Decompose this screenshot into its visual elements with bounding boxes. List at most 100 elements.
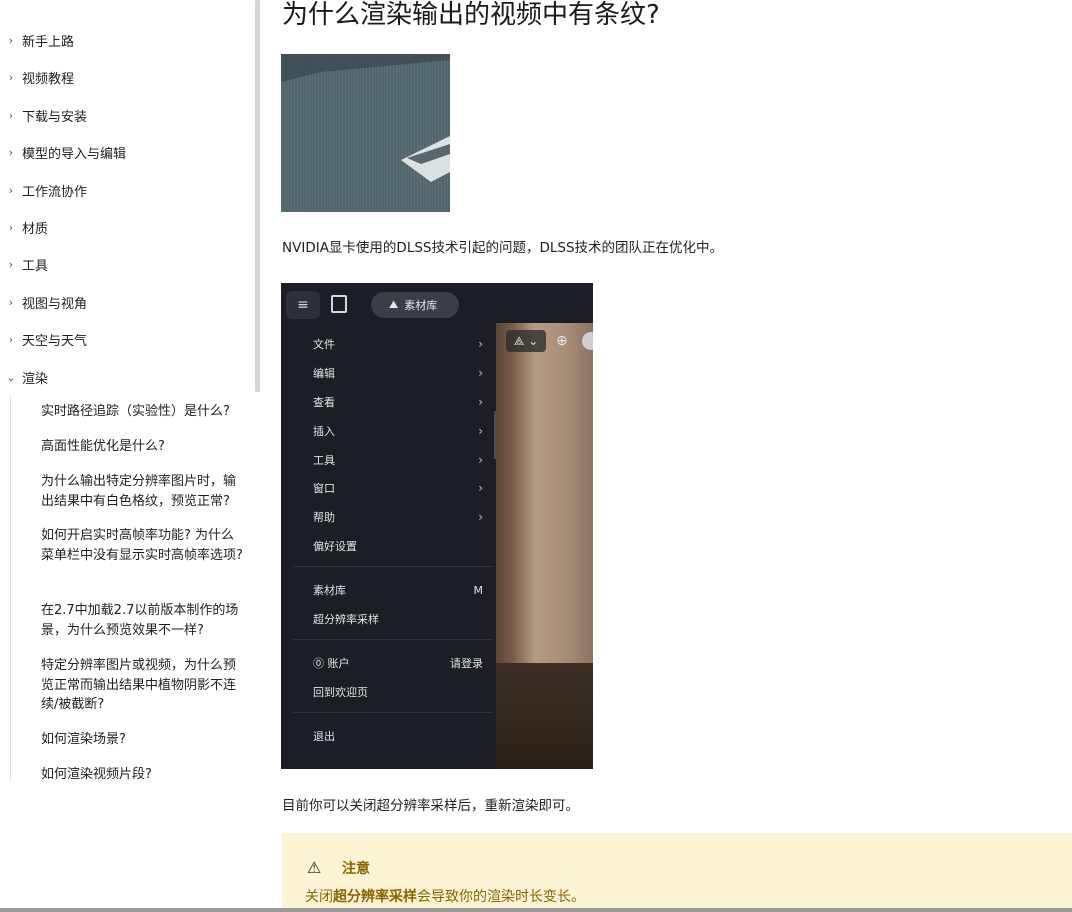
menu-shortcut: 请登录 bbox=[450, 657, 483, 670]
sidebar-item-render[interactable]: ⌄ 渲染 bbox=[0, 367, 48, 387]
callout-text-pre: 关闭 bbox=[305, 889, 333, 905]
menu-divider bbox=[293, 639, 493, 640]
sidebar: › 新手上路 › 视频教程 › 下载与安装 › 模型的导入与编辑 › 工作流协作… bbox=[0, 0, 255, 912]
menu-item-tools: 工具 › bbox=[313, 451, 483, 469]
chevron-right-icon: › bbox=[8, 108, 14, 122]
sidebar-item-workflow[interactable]: › 工作流协作 bbox=[0, 180, 87, 200]
chevron-right-icon: › bbox=[478, 453, 483, 467]
menu-item-label: 素材库 bbox=[313, 584, 346, 597]
menu-item-label: 帮助 bbox=[313, 511, 335, 524]
sidebar-item-tools[interactable]: › 工具 bbox=[0, 254, 48, 274]
menu-item-label: 窗口 bbox=[313, 482, 335, 495]
sidebar-item-download-install[interactable]: › 下载与安装 bbox=[0, 105, 87, 125]
sub-item-render-scene[interactable]: 如何渲染场景? bbox=[41, 730, 246, 750]
hamburger-menu-icon: ≡ bbox=[286, 291, 320, 319]
sidebar-item-label: 天空与天气 bbox=[22, 333, 88, 349]
sidebar-item-label: 下载与安装 bbox=[22, 109, 88, 125]
menu-item-file: 文件 › bbox=[313, 335, 483, 353]
library-button-label: 素材库 bbox=[404, 299, 438, 312]
sidebar-item-label: 渲染 bbox=[22, 371, 49, 387]
menu-item-super-resolution: 超分辨率采样 bbox=[313, 610, 483, 628]
sidebar-item-label: 工作流协作 bbox=[22, 184, 88, 200]
chevron-right-icon: › bbox=[8, 332, 14, 346]
sub-item-high-fps[interactable]: 如何开启实时高帧率功能? 为什么菜单栏中没有显示实时高帧率选项? bbox=[41, 526, 246, 565]
chevron-right-icon: › bbox=[8, 33, 14, 47]
menu-item-library: 素材库 M bbox=[313, 581, 483, 599]
menu-divider bbox=[293, 566, 493, 567]
menu-item-label: ⓪ 账户 bbox=[313, 657, 350, 670]
menu-item-window: 窗口 › bbox=[313, 479, 483, 497]
menu-item-label: 超分辨率采样 bbox=[313, 613, 379, 626]
sidebar-scrollbar[interactable] bbox=[255, 0, 260, 392]
sub-item-high-poly[interactable]: 高面性能优化是什么? bbox=[41, 437, 246, 457]
menu-item-label: 编辑 bbox=[313, 367, 335, 380]
chevron-right-icon: › bbox=[478, 481, 483, 495]
callout-text-post: 会导致你的渲染时长变长。 bbox=[417, 889, 585, 905]
avatar-icon bbox=[582, 332, 593, 350]
menu-item-edit: 编辑 › bbox=[313, 364, 483, 382]
sub-item-shadow[interactable]: 特定分辨率图片或视频，为什么预览正常而输出结果中植物阴影不连续/被截断? bbox=[41, 656, 246, 715]
menu-item-label: 回到欢迎页 bbox=[313, 686, 368, 699]
render-sub-list: 实时路径追踪（实验性）是什么? 高面性能优化是什么? 为什么输出特定分辨率图片时… bbox=[10, 395, 250, 782]
menu-item-preferences: 偏好设置 bbox=[313, 537, 483, 555]
page-title: 为什么渲染输出的视频中有条纹? bbox=[282, 0, 660, 30]
sub-item-white-grid[interactable]: 为什么输出特定分辨率图片时，输出结果中有白色格纹，预览正常? bbox=[41, 472, 246, 511]
sidebar-item-sky-weather[interactable]: › 天空与天气 bbox=[0, 329, 87, 349]
sidebar-item-label: 视频教程 bbox=[22, 71, 75, 87]
app-menu-screenshot: ≡ ⛰ 素材库 ⟁ ⌄ ⊕ 文件 › 编辑 › 查看 › 插入 › 工具 › 窗口 › 帮助… bbox=[281, 283, 593, 769]
document-icon bbox=[331, 295, 347, 313]
sidebar-item-model-import[interactable]: › 模型的导入与编辑 bbox=[0, 142, 126, 162]
menu-item-insert: 插入 › bbox=[313, 422, 483, 440]
library-button: ⛰ 素材库 bbox=[371, 292, 459, 318]
sidebar-item-label: 材质 bbox=[22, 221, 49, 237]
chevron-right-icon: › bbox=[8, 295, 14, 309]
axis-icon: ⟁ ⌄ bbox=[506, 330, 546, 352]
menu-item-label: 退出 bbox=[313, 730, 335, 743]
menu-item-account: ⓪ 账户 请登录 bbox=[313, 654, 483, 672]
menu-item-help: 帮助 › bbox=[313, 508, 483, 526]
chevron-right-icon: › bbox=[8, 183, 14, 197]
sidebar-item-label: 模型的导入与编辑 bbox=[22, 146, 127, 162]
chevron-right-icon: › bbox=[8, 220, 14, 234]
sidebar-item-materials[interactable]: › 材质 bbox=[0, 217, 48, 237]
callout-text: 关闭超分辨率采样会导致你的渲染时长变长。 bbox=[305, 886, 585, 906]
viewport-floor bbox=[496, 663, 593, 769]
menu-item-label: 工具 bbox=[313, 454, 335, 467]
callout-text-bold: 超分辨率采样 bbox=[333, 889, 417, 905]
menu-item-label: 查看 bbox=[313, 396, 335, 409]
chevron-right-icon: › bbox=[478, 337, 483, 351]
globe-icon: ⊕ bbox=[556, 333, 568, 349]
window-bottom-edge bbox=[0, 908, 1072, 912]
solution-text: 目前你可以关闭超分辨率采样后，重新渲染即可。 bbox=[282, 798, 579, 814]
sidebar-item-views[interactable]: › 视图与视角 bbox=[0, 292, 87, 312]
sub-item-path-tracing[interactable]: 实时路径追踪（实验性）是什么? bbox=[41, 402, 246, 422]
chevron-right-icon: › bbox=[478, 366, 483, 380]
mountain-icon: ⛰ bbox=[389, 298, 399, 311]
chevron-right-icon: › bbox=[478, 424, 483, 438]
menu-shortcut: M bbox=[473, 583, 484, 597]
chevron-right-icon: › bbox=[478, 510, 483, 524]
menu-item-exit: 退出 bbox=[313, 727, 483, 745]
chevron-down-icon: ⌄ bbox=[6, 370, 16, 384]
menu-scrollbar bbox=[494, 411, 496, 459]
menu-divider bbox=[293, 712, 493, 713]
menu-item-label: 文件 bbox=[313, 338, 335, 351]
sidebar-item-getting-started[interactable]: › 新手上路 bbox=[0, 30, 74, 50]
sub-item-render-video[interactable]: 如何渲染视频片段? bbox=[41, 765, 246, 785]
menu-item-view: 查看 › bbox=[313, 393, 483, 411]
sidebar-item-label: 视图与视角 bbox=[22, 296, 88, 312]
chevron-right-icon: › bbox=[8, 257, 14, 271]
striped-video-frame-image bbox=[281, 54, 450, 212]
main-menu-dropdown: 文件 › 编辑 › 查看 › 插入 › 工具 › 窗口 › 帮助 › 偏好设置 素材库 M 超分… bbox=[287, 323, 496, 769]
callout-title: 注意 bbox=[342, 861, 370, 877]
sidebar-item-video-tutorials[interactable]: › 视频教程 bbox=[0, 67, 74, 87]
menu-item-welcome: 回到欢迎页 bbox=[313, 683, 483, 701]
sub-item-old-version[interactable]: 在2.7中加载2.7以前版本制作的场景，为什么预览效果不一样? bbox=[41, 601, 246, 640]
menu-item-label: 插入 bbox=[313, 425, 335, 438]
explanation-text: NVIDIA显卡使用的DLSS技术引起的问题，DLSS技术的团队正在优化中。 bbox=[282, 240, 724, 256]
warning-icon: ⚠ bbox=[307, 858, 322, 877]
chevron-right-icon: › bbox=[8, 145, 14, 159]
chevron-right-icon: › bbox=[8, 70, 14, 84]
frame-detail bbox=[281, 54, 450, 182]
menu-item-label: 偏好设置 bbox=[313, 540, 357, 553]
